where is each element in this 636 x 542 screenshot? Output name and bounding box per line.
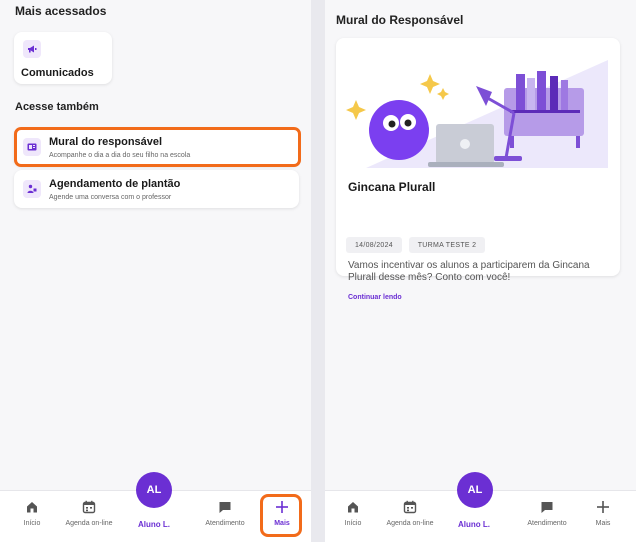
nav-inicio-label: Início <box>344 520 362 527</box>
post-title: Gincana Plurall <box>348 180 436 194</box>
nav-agenda-label: Agenda on-line <box>386 520 434 527</box>
see-also-title: Acesse também <box>15 101 99 113</box>
avatar[interactable]: AL <box>457 472 493 508</box>
megaphone-icon <box>23 40 41 58</box>
agendamento-plantao-item[interactable]: Agendamento de plantão Agende uma conver… <box>14 170 299 208</box>
nav-agenda[interactable]: Agenda on-line <box>61 491 117 542</box>
schedule-person-icon <box>23 180 41 198</box>
nav-inicio-label: Início <box>23 520 41 527</box>
chat-icon <box>540 500 554 519</box>
nav-mais-label: Mais <box>595 520 611 527</box>
mural-screen: Mural do Responsável Gincana Plurall 14/… <box>325 0 636 542</box>
post-class-chip: TURMA TESTE 2 <box>409 237 485 253</box>
nav-atendimento[interactable]: Atendimento <box>197 491 253 542</box>
nav-atendimento-label: Atendimento <box>527 520 567 527</box>
mural-highlight-frame <box>14 127 301 167</box>
home-icon <box>346 500 360 519</box>
calendar-icon <box>403 500 417 519</box>
post-date-chip: 14/08/2024 <box>346 237 402 253</box>
home-icon <box>25 500 39 519</box>
agendamento-plantao-subtitle: Agende uma conversa com o professor <box>49 194 172 201</box>
page-title: Mural do Responsável <box>336 13 464 27</box>
nav-agenda-label: Agenda on-line <box>65 520 113 527</box>
comunicados-label: Comunicados <box>21 67 94 79</box>
agendamento-plantao-title: Agendamento de plantão <box>49 178 181 190</box>
nav-aluno-label: Aluno L. <box>458 520 490 529</box>
post-card[interactable]: Gincana Plurall 14/08/2024 TURMA TESTE 2… <box>336 38 620 301</box>
post-illustration <box>336 38 620 168</box>
nav-mais[interactable]: Mais <box>575 491 631 542</box>
nav-inicio[interactable]: Início <box>325 491 381 542</box>
mais-highlight-frame <box>260 494 302 537</box>
more-menu-screen: Mais acessados Comunicados Acesse também… <box>0 0 311 542</box>
nav-agenda[interactable]: Agenda on-line <box>382 491 438 542</box>
plus-icon <box>596 500 610 519</box>
most-accessed-title: Mais acessados <box>15 4 107 18</box>
nav-aluno-label: Aluno L. <box>138 520 170 529</box>
chat-icon <box>218 500 232 519</box>
comunicados-card[interactable]: Comunicados <box>14 32 112 84</box>
nav-atendimento[interactable]: Atendimento <box>519 491 575 542</box>
avatar[interactable]: AL <box>136 472 172 508</box>
post-body: Vamos incentivar os alunos a participare… <box>348 260 590 283</box>
calendar-icon <box>82 500 96 519</box>
continue-reading-link[interactable]: Continuar lendo <box>348 294 402 301</box>
nav-atendimento-label: Atendimento <box>205 520 245 527</box>
nav-inicio[interactable]: Início <box>4 491 60 542</box>
